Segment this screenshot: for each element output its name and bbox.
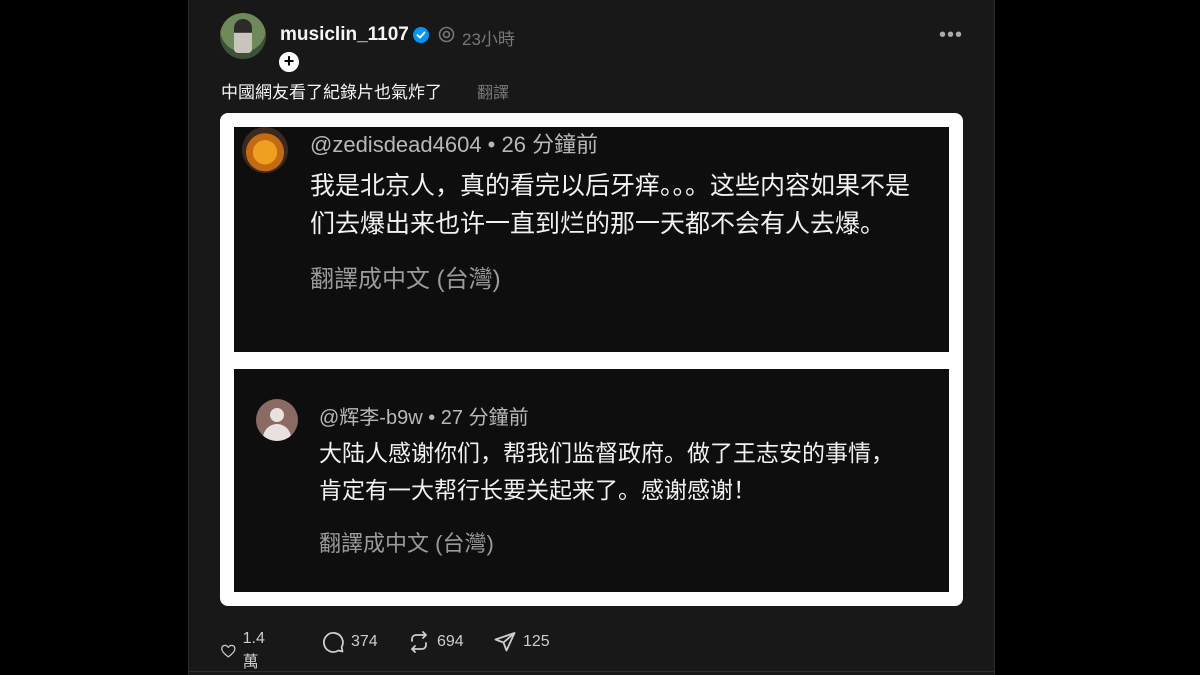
comment-screenshot: @zedisdead4604 • 26 分鐘前 我是北京人，真的看完以后牙痒。。… xyxy=(234,127,949,352)
like-count: 1.4 萬 xyxy=(242,630,265,671)
comment-line: 们去爆出来也许一直到烂的那一天都不会有人去爆。 xyxy=(310,210,886,238)
threads-icon xyxy=(438,26,455,43)
comment-handle: @zedisdead4604 • 26 分鐘前 xyxy=(310,132,599,157)
repost-icon xyxy=(411,631,427,653)
comment-count: 374 xyxy=(351,633,378,650)
comment-translate-label: 翻譯成中文 (台灣) xyxy=(310,266,501,293)
comment-translate-label: 翻譯成中文 (台灣) xyxy=(319,531,494,556)
comment-bubble-icon xyxy=(322,632,344,653)
repost-button[interactable]: 694 xyxy=(407,630,464,654)
avatar-figure xyxy=(234,19,252,53)
username[interactable]: musiclin_1107 xyxy=(280,24,409,46)
comment-line: 肯定有一大帮行长要关起来了。感谢感谢！ xyxy=(319,477,756,503)
avatar[interactable]: + xyxy=(220,13,301,74)
heart-icon xyxy=(221,644,236,658)
comment-text: 我是北京人，真的看完以后牙痒。。。这些内容如果不是 们去爆出来也许一直到烂的那一… xyxy=(310,167,910,243)
translate-link[interactable]: 翻譯 xyxy=(477,79,509,103)
verified-badge-icon xyxy=(413,27,429,43)
follow-plus-icon[interactable]: + xyxy=(277,50,301,74)
comment-line: 我是北京人，真的看完以后牙痒。。。这些内容如果不是 xyxy=(310,172,911,200)
send-icon xyxy=(494,632,516,652)
post-card: + musiclin_1107 23小時 ••• 中國網友看了紀錄片也氣炸了 翻… xyxy=(188,0,995,675)
comment-button[interactable]: 374 xyxy=(321,630,378,654)
comment-text: 大陆人感谢你们，帮我们监督政府。做了王志安的事情， 肯定有一大帮行长要关起来了。… xyxy=(319,435,894,509)
commenter-avatar xyxy=(242,127,288,173)
share-count: 125 xyxy=(523,633,550,650)
post-image[interactable]: @zedisdead4604 • 26 分鐘前 我是北京人，真的看完以后牙痒。。… xyxy=(220,113,963,606)
comment-handle: @辉李-b9w • 27 分鐘前 xyxy=(319,407,529,429)
commenter-avatar xyxy=(256,399,298,441)
like-button[interactable]: 1.4 萬 xyxy=(220,630,272,672)
repost-count: 694 xyxy=(437,633,464,650)
more-dots-icon[interactable]: ••• xyxy=(939,24,963,47)
post-caption: 中國網友看了紀錄片也氣炸了 xyxy=(221,83,442,102)
divider xyxy=(189,671,994,672)
comment-screenshot: @辉李-b9w • 27 分鐘前 大陆人感谢你们，帮我们监督政府。做了王志安的事… xyxy=(234,369,949,592)
post-timestamp: 23小時 xyxy=(462,30,515,49)
comment-line: 大陆人感谢你们，帮我们监督政府。做了王志安的事情， xyxy=(319,440,894,466)
share-button[interactable]: 125 xyxy=(493,630,550,654)
